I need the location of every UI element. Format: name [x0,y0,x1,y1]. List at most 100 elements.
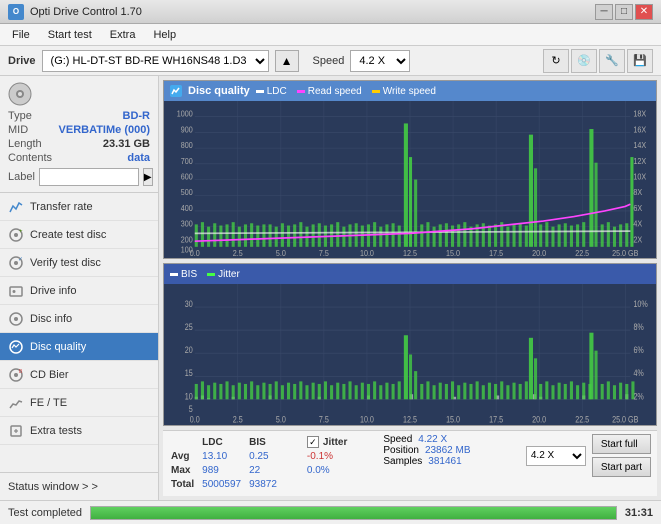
svg-text:5.0: 5.0 [276,248,286,257]
disc-quality-chart: Disc quality LDC Read speed Write speed [163,80,657,259]
contents-label: Contents [8,152,52,164]
svg-text:17.5: 17.5 [489,415,503,425]
svg-text:7.5: 7.5 [319,415,329,425]
close-button[interactable]: ✕ [635,4,653,20]
nav-fe-te[interactable]: FE / TE [0,389,158,417]
svg-text:18X: 18X [633,109,646,118]
menubar: File Start test Extra Help [0,24,661,46]
nav-disc-info[interactable]: Disc info [0,305,158,333]
maximize-button[interactable]: □ [615,4,633,20]
svg-text:1000: 1000 [177,109,193,118]
nav-transfer-rate-label: Transfer rate [30,201,93,213]
menu-extra[interactable]: Extra [102,27,144,43]
svg-text:400: 400 [181,204,193,213]
disc-icon-btn[interactable]: 💿 [571,49,597,73]
avg-label: Avg [171,451,200,463]
nav-drive-info[interactable]: Drive info [0,277,158,305]
legend-jitter-dot [207,273,215,276]
speed-select[interactable]: 4.2 X [350,50,410,72]
svg-text:5.0: 5.0 [276,415,286,425]
nav-disc-info-label: Disc info [30,313,72,325]
type-value: BD-R [123,110,151,122]
chart-header-bottom: BIS Jitter [164,264,656,284]
svg-text:6%: 6% [633,346,643,356]
chart-body-top: 1000 900 800 700 600 500 400 300 200 100… [164,101,656,258]
time-display: 31:31 [625,507,653,519]
nav-create-test-disc[interactable]: + Create test disc [0,221,158,249]
start-part-button[interactable]: Start part [592,457,651,477]
nav-transfer-rate[interactable]: Transfer rate [0,193,158,221]
nav-disc-quality[interactable]: Disc quality [0,333,158,361]
nav-extra-tests-label: Extra tests [30,425,82,437]
drive-select[interactable]: (G:) HL-DT-ST BD-RE WH16NS48 1.D3 [42,50,269,72]
main-layout: Type BD-R MID VERBATIMe (000) Length 23.… [0,76,661,500]
chart-legend-top: LDC Read speed Write speed [256,86,436,97]
svg-text:2X: 2X [633,235,642,244]
nav-fe-te-label: FE / TE [30,397,67,409]
nav-create-test-disc-label: Create test disc [30,229,106,241]
disc-quality-icon [8,339,24,355]
sidebar: Type BD-R MID VERBATIMe (000) Length 23.… [0,76,159,500]
status-window-button[interactable]: Status window > > [0,472,158,500]
svg-text:7.5: 7.5 [319,248,329,257]
max-ldc: 989 [202,465,247,477]
start-full-button[interactable]: Start full [592,434,651,454]
chart-svg-top: 1000 900 800 700 600 500 400 300 200 100… [164,101,656,258]
svg-text:10: 10 [185,392,193,402]
create-test-disc-icon: + [8,227,24,243]
svg-text:500: 500 [181,188,193,197]
cd-bier-icon: B [8,367,24,383]
svg-text:10.0: 10.0 [360,248,374,257]
menu-help[interactable]: Help [145,27,184,43]
bis-jitter-chart: BIS Jitter [163,263,657,426]
legend-ldc-label: LDC [267,86,287,97]
toolbar-icons: ↻ 💿 🔧 💾 [543,49,653,73]
svg-text:25: 25 [185,322,193,332]
legend-write-speed-label: Write speed [383,86,436,97]
speed-info-label: Speed [383,434,412,445]
svg-text:10%: 10% [633,299,647,309]
svg-text:4X: 4X [633,219,642,228]
avg-jitter: -0.1% [307,451,353,463]
nav-extra-tests[interactable]: Extra tests [0,417,158,445]
save-button[interactable]: 💾 [627,49,653,73]
svg-text:600: 600 [181,172,193,181]
jitter-checkbox[interactable]: ✓ [307,436,319,448]
svg-text:0.0: 0.0 [190,415,200,425]
stats-header-bis: BIS [249,436,283,449]
position-label: Position [383,445,419,456]
chart-title-top: Disc quality [188,85,250,97]
svg-text:22.5: 22.5 [575,248,589,257]
svg-text:0.0: 0.0 [190,248,200,257]
label-input[interactable] [39,168,139,186]
svg-text:12.5: 12.5 [403,248,417,257]
titlebar: O Opti Drive Control 1.70 ─ □ ✕ [0,0,661,24]
settings-button[interactable]: 🔧 [599,49,625,73]
menu-start-test[interactable]: Start test [40,27,100,43]
svg-text:15: 15 [185,369,193,379]
label-go-button[interactable]: ▶ [143,168,153,186]
statusbar: Test completed 31:31 [0,500,661,524]
drive-label: Drive [8,55,36,67]
menu-file[interactable]: File [4,27,38,43]
svg-text:17.5: 17.5 [489,248,503,257]
app-title: Opti Drive Control 1.70 [30,6,142,18]
stats-table: LDC BIS ✓ Jitter Avg 13.10 0.25 -0 [169,434,355,493]
disc-section: Type BD-R MID VERBATIMe (000) Length 23.… [0,76,158,193]
nav-cd-bier[interactable]: B CD Bier [0,361,158,389]
minimize-button[interactable]: ─ [595,4,613,20]
stats-speed-select[interactable]: 4.2 X [526,446,586,466]
svg-text:20.0: 20.0 [532,248,546,257]
speed-select-area: 4.2 X Start full Start part [526,434,651,477]
svg-text:900: 900 [181,125,193,134]
drivebar: Drive (G:) HL-DT-ST BD-RE WH16NS48 1.D3 … [0,46,661,76]
speed-label: Speed [313,55,345,67]
nav-verify-test-disc[interactable]: ✓ Verify test disc [0,249,158,277]
progress-bar-container [90,506,617,520]
svg-text:30: 30 [185,299,193,309]
legend-jitter: Jitter [207,269,240,280]
eject-button[interactable]: ▲ [275,50,299,72]
status-window-label: Status window > > [8,481,98,493]
refresh-button[interactable]: ↻ [543,49,569,73]
svg-text:+: + [19,229,23,235]
